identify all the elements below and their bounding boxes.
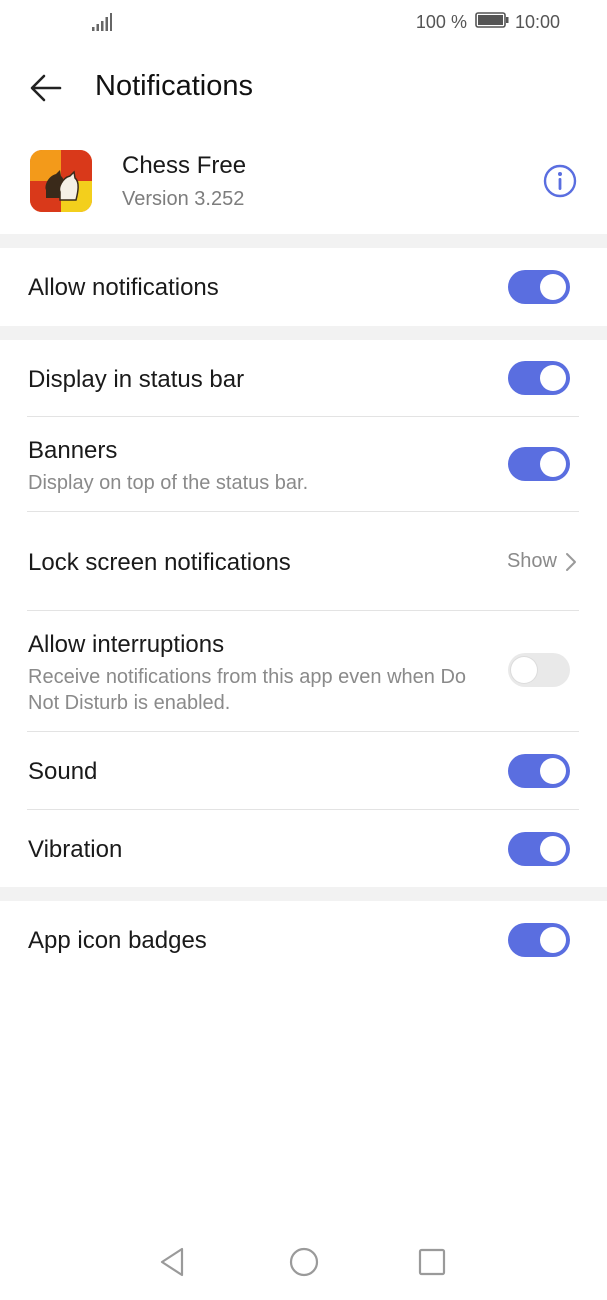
lock-screen-value[interactable]: Show	[507, 550, 577, 573]
sound-toggle[interactable]	[508, 754, 570, 788]
row-allow-interruptions[interactable]: Allow interruptions Receive notification…	[0, 611, 607, 731]
vibration-label: Vibration	[28, 836, 123, 863]
display-status-bar-label: Display in status bar	[28, 366, 245, 393]
status-right: 100 % 10:00	[416, 12, 560, 33]
app-icon	[30, 150, 92, 212]
signal-icon	[92, 13, 112, 31]
allow-interruptions-description: Receive notifications from this app even…	[28, 666, 467, 714]
page-title: Notifications	[95, 70, 253, 102]
app-info: Chess Free Version 3.252	[0, 146, 607, 234]
allow-interruptions-label: Allow interruptions	[28, 631, 225, 658]
banners-toggle[interactable]	[508, 447, 570, 481]
sound-label: Sound	[28, 758, 98, 785]
vibration-toggle[interactable]	[508, 832, 570, 866]
allow-notifications-toggle[interactable]	[508, 270, 570, 304]
row-sound[interactable]: Sound	[0, 732, 607, 809]
app-icon-badges-toggle[interactable]	[508, 923, 570, 957]
nav-back-icon[interactable]	[154, 1242, 194, 1282]
back-arrow-icon[interactable]	[28, 70, 64, 106]
section-separator	[0, 887, 607, 901]
banners-label: Banners	[28, 437, 118, 464]
allow-interruptions-toggle[interactable]	[508, 653, 570, 687]
lock-screen-label: Lock screen notifications	[28, 549, 291, 576]
app-icon-badges-label: App icon badges	[28, 927, 207, 954]
battery-percent: 100 %	[415, 12, 467, 32]
banners-description: Display on top of the status bar.	[28, 472, 309, 494]
row-app-icon-badges[interactable]: App icon badges	[0, 901, 607, 979]
section-separator	[0, 326, 607, 340]
app-bar: Notifications	[0, 56, 607, 120]
row-allow-notifications[interactable]: Allow notifications	[0, 248, 607, 326]
app-version: Version 3.252	[122, 188, 245, 210]
app-name: Chess Free	[122, 152, 247, 179]
nav-home-icon[interactable]	[284, 1242, 324, 1282]
battery-icon	[475, 12, 509, 33]
display-status-bar-toggle[interactable]	[508, 361, 570, 395]
nav-recents-icon[interactable]	[412, 1242, 452, 1282]
clock: 10:00	[514, 12, 560, 32]
navigation-bar	[0, 1230, 607, 1300]
row-banners[interactable]: Banners Display on top of the status bar…	[0, 417, 607, 511]
status-bar: 100 % 10:00	[0, 0, 607, 46]
row-lock-screen-notifications[interactable]: Lock screen notifications Show	[0, 512, 607, 610]
info-icon[interactable]	[543, 164, 577, 198]
row-display-status-bar[interactable]: Display in status bar	[0, 340, 607, 416]
row-vibration[interactable]: Vibration	[0, 810, 607, 887]
allow-notifications-label: Allow notifications	[28, 274, 219, 301]
section-separator	[0, 234, 607, 248]
lock-screen-value-text: Show	[506, 550, 557, 572]
chevron-right-icon	[566, 552, 576, 571]
